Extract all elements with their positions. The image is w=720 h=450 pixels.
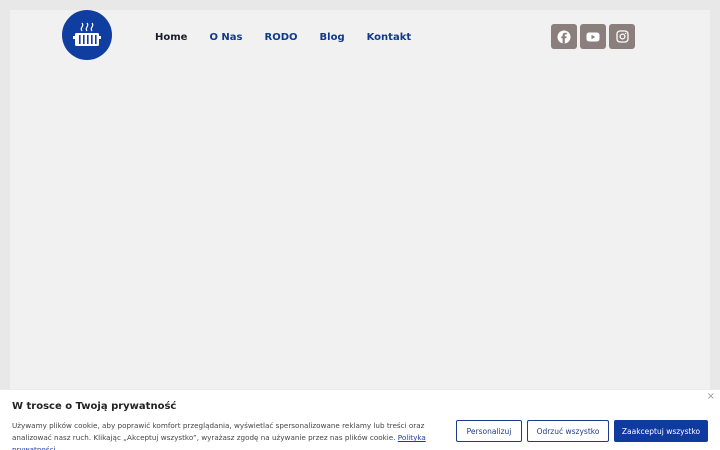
radiator-icon	[73, 22, 101, 46]
nav-item-rodo[interactable]: RODO	[265, 32, 298, 43]
cookie-text: Używamy plików cookie, aby poprawić komf…	[12, 421, 425, 442]
nav-item-home[interactable]: Home	[155, 32, 187, 43]
youtube-icon	[586, 32, 600, 41]
cookie-consent-banner: × W trosce o Twoją prywatność Używamy pl…	[0, 389, 720, 450]
instagram-icon	[615, 30, 629, 43]
site-logo[interactable]	[62, 10, 112, 60]
nav-item-blog[interactable]: Blog	[320, 32, 345, 43]
customize-button[interactable]: Personalizuj	[456, 420, 522, 442]
page-background: Home O Nas RODO Blog Kontakt	[10, 10, 710, 450]
facebook-button[interactable]	[551, 24, 577, 49]
close-icon[interactable]: ×	[707, 392, 715, 402]
reject-all-button[interactable]: Odrzuć wszystko	[527, 420, 609, 442]
instagram-button[interactable]	[609, 24, 635, 49]
nav-item-o-nas[interactable]: O Nas	[209, 32, 242, 43]
social-links	[551, 24, 635, 49]
accept-all-button[interactable]: Zaakceptuj wszystko	[614, 420, 708, 442]
facebook-icon	[557, 30, 571, 43]
nav-item-kontakt[interactable]: Kontakt	[367, 32, 412, 43]
cookie-title: W trosce o Twoją prywatność	[12, 401, 177, 412]
youtube-button[interactable]	[580, 24, 606, 49]
site-header: Home O Nas RODO Blog Kontakt	[10, 10, 710, 68]
cookie-description: Używamy plików cookie, aby poprawić komf…	[12, 420, 452, 450]
main-nav: Home O Nas RODO Blog Kontakt	[155, 32, 433, 43]
